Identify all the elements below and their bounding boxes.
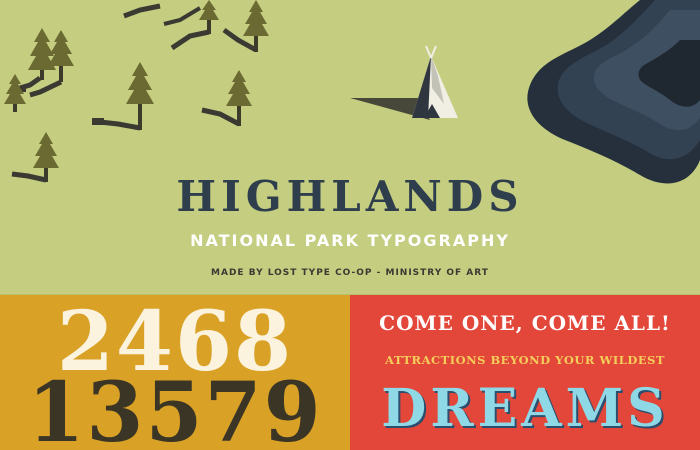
pine-tree-icon xyxy=(201,70,252,127)
poster-display-word: DREAMS xyxy=(381,378,669,439)
pine-tree-icon xyxy=(92,62,154,131)
pine-tree-icon xyxy=(4,74,26,112)
hero-panel: HIGHLANDS NATIONAL PARK TYPOGRAPHY MADE … xyxy=(0,0,700,295)
illustration-scene xyxy=(4,0,700,184)
page-title: HIGHLANDS xyxy=(176,172,524,221)
poster-tagline: ATTRACTIONS BEYOND YOUR WILDEST xyxy=(385,353,665,367)
subtitle: NATIONAL PARK TYPOGRAPHY xyxy=(190,231,510,250)
poster-panel: COME ONE, COME ALL! ATTRACTIONS BEYOND Y… xyxy=(350,295,700,450)
teepee-icon xyxy=(350,45,458,120)
pine-tree-icon xyxy=(16,28,56,92)
pine-tree-icon xyxy=(170,0,219,51)
tree-shadow xyxy=(123,3,202,26)
numerals-panel: 2468 13579 xyxy=(0,295,350,450)
credit-line: MADE BY LOST TYPE CO-OP - MINISTRY OF AR… xyxy=(211,268,489,278)
poster-headline: COME ONE, COME ALL! xyxy=(379,311,671,335)
pine-tree-icon xyxy=(11,132,59,183)
numerals-odd: 13579 xyxy=(27,365,323,450)
pine-tree-icon xyxy=(222,0,269,53)
lake-shape xyxy=(527,0,700,184)
